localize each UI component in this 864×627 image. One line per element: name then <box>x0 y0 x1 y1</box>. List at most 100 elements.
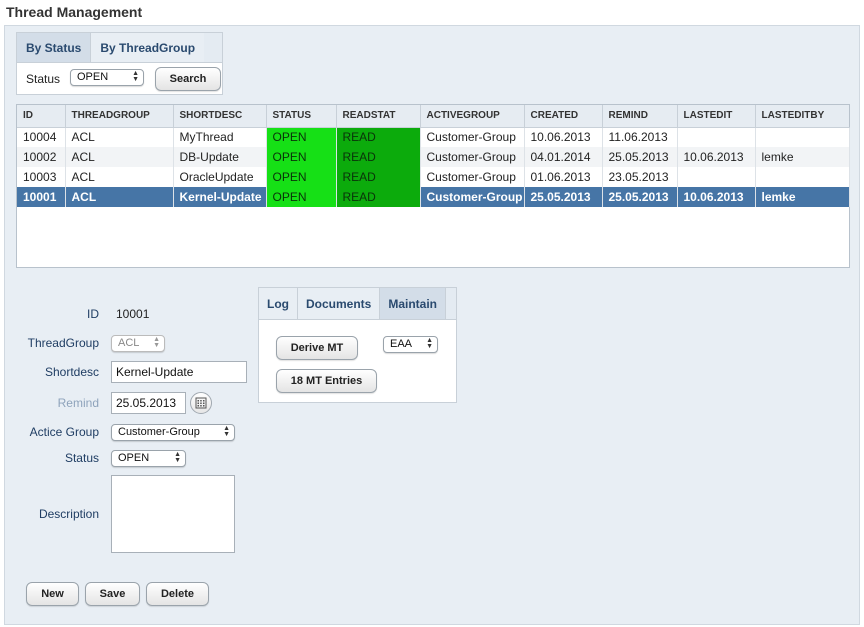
table-row[interactable]: 10004 ACL MyThread OPEN READ Customer-Gr… <box>17 127 850 147</box>
description-textarea[interactable] <box>111 475 235 553</box>
tab-maintain[interactable]: Maintain <box>380 288 447 319</box>
cell-lasteditby <box>755 167 850 187</box>
cell-threadgroup: ACL <box>65 127 174 147</box>
tab-by-threadgroup[interactable]: By ThreadGroup <box>91 33 205 62</box>
cell-created: 04.01.2014 <box>524 147 603 167</box>
derive-mt-button[interactable]: Derive MT <box>276 336 358 360</box>
calendar-button[interactable] <box>190 392 212 414</box>
mt-entries-button[interactable]: 18 MT Entries <box>276 369 377 393</box>
cell-id: 10004 <box>17 127 66 147</box>
cell-readstat: READ <box>336 187 421 207</box>
search-panel: By Status By ThreadGroup Status OPEN ▲ ▼ … <box>16 32 223 95</box>
cell-activegroup: Customer-Group <box>420 147 525 167</box>
threads-grid: ID THREADGROUP SHORTDESC STATUS READSTAT… <box>17 105 850 207</box>
status-label: Status <box>64 451 99 465</box>
cell-status: OPEN <box>266 147 337 167</box>
col-header-shortdesc[interactable]: SHORTDESC <box>173 105 267 128</box>
cell-remind: 11.06.2013 <box>602 127 678 147</box>
tab-documents[interactable]: Documents <box>298 288 381 319</box>
cell-lastedit: 10.06.2013 <box>677 147 756 167</box>
detail-tabbar: Log Documents Maintain <box>259 288 456 320</box>
col-header-threadgroup[interactable]: THREADGROUP <box>65 105 174 128</box>
status-select-value: OPEN <box>118 452 150 464</box>
cell-created: 25.05.2013 <box>524 187 603 207</box>
activegroup-select-value: Customer-Group <box>118 426 200 438</box>
description-label: Description <box>38 507 99 521</box>
col-header-id[interactable]: ID <box>17 105 66 128</box>
activegroup-label: Actice Group <box>29 425 99 439</box>
id-value: 10001 <box>116 307 150 321</box>
col-header-lastedit[interactable]: LASTEDIT <box>677 105 756 128</box>
table-header-row: ID THREADGROUP SHORTDESC STATUS READSTAT… <box>17 105 849 128</box>
cell-readstat: READ <box>336 127 421 147</box>
search-row: Status OPEN ▲ ▼ Search <box>17 63 222 95</box>
cell-activegroup: Customer-Group <box>420 127 525 147</box>
cell-id: 10002 <box>17 147 66 167</box>
cell-status: OPEN <box>266 167 337 187</box>
select-arrows-icon: ▲ ▼ <box>174 451 181 464</box>
detail-panel: Log Documents Maintain Derive MT EAA ▲ ▼ … <box>258 287 457 403</box>
calendar-icon <box>195 397 207 409</box>
remind-date-input[interactable]: 25.05.2013 <box>111 392 186 414</box>
activegroup-select[interactable]: Customer-Group ▲ ▼ <box>111 424 235 441</box>
cell-remind: 23.05.2013 <box>602 167 678 187</box>
shortdesc-input[interactable]: Kernel-Update <box>111 361 247 383</box>
id-label: ID <box>87 307 99 321</box>
select-arrows-icon: ▲ ▼ <box>223 425 230 438</box>
threadgroup-select: ACL ▲ ▼ <box>111 335 165 352</box>
tab-by-status[interactable]: By Status <box>17 33 92 62</box>
mt-type-select[interactable]: EAA ▲ ▼ <box>383 336 438 353</box>
cell-lasteditby: lemke <box>755 147 850 167</box>
table-row[interactable]: 10002 ACL DB-Update OPEN READ Customer-G… <box>17 147 850 167</box>
delete-button[interactable]: Delete <box>146 582 209 606</box>
col-header-lasteditby[interactable]: LASTEDITBY <box>755 105 849 128</box>
cell-shortdesc: OracleUpdate <box>173 167 267 187</box>
cell-lastedit: 10.06.2013 <box>677 187 756 207</box>
cell-lasteditby <box>755 127 850 147</box>
cell-shortdesc: MyThread <box>173 127 267 147</box>
cell-threadgroup: ACL <box>65 167 174 187</box>
threadgroup-label: ThreadGroup <box>27 336 99 350</box>
cell-shortdesc: Kernel-Update <box>173 187 267 207</box>
cell-activegroup: Customer-Group <box>420 167 525 187</box>
cell-remind: 25.05.2013 <box>602 147 678 167</box>
threadgroup-select-value: ACL <box>118 337 140 349</box>
cell-created: 01.06.2013 <box>524 167 603 187</box>
select-arrows-icon: ▲ ▼ <box>426 337 433 350</box>
tab-log[interactable]: Log <box>259 288 298 319</box>
table-row-selected[interactable]: 10001 ACL Kernel-Update OPEN READ Custom… <box>17 187 850 207</box>
search-button[interactable]: Search <box>155 67 221 91</box>
remind-label: Remind <box>57 396 99 410</box>
cell-lastedit <box>677 167 756 187</box>
cell-shortdesc: DB-Update <box>173 147 267 167</box>
mt-type-select-value: EAA <box>390 338 413 350</box>
save-button[interactable]: Save <box>85 582 140 606</box>
search-tabbar: By Status By ThreadGroup <box>17 33 222 63</box>
cell-id: 10003 <box>17 167 66 187</box>
cell-activegroup: Customer-Group <box>420 187 525 207</box>
cell-status: OPEN <box>266 187 337 207</box>
select-arrows-icon: ▲ ▼ <box>153 336 160 349</box>
cell-lasteditby: lemke <box>755 187 850 207</box>
cell-lastedit <box>677 127 756 147</box>
new-button[interactable]: New <box>26 582 79 606</box>
col-header-remind[interactable]: REMIND <box>602 105 678 128</box>
status-label: Status <box>26 72 61 86</box>
select-arrows-icon: ▲ ▼ <box>132 70 139 83</box>
cell-readstat: READ <box>336 147 421 167</box>
col-header-created[interactable]: CREATED <box>524 105 603 128</box>
status-select[interactable]: OPEN ▲ ▼ <box>70 69 144 86</box>
status-select[interactable]: OPEN ▲ ▼ <box>111 450 186 467</box>
col-header-readstat[interactable]: READSTAT <box>336 105 421 128</box>
col-header-activegroup[interactable]: ACTIVEGROUP <box>420 105 525 128</box>
col-header-status[interactable]: STATUS <box>266 105 337 128</box>
cell-created: 10.06.2013 <box>524 127 603 147</box>
cell-remind: 25.05.2013 <box>602 187 678 207</box>
threads-table: ID THREADGROUP SHORTDESC STATUS READSTAT… <box>16 104 850 268</box>
shortdesc-label: Shortdesc <box>44 365 99 379</box>
cell-readstat: READ <box>336 167 421 187</box>
status-select-value: OPEN <box>77 71 109 83</box>
table-row[interactable]: 10003 ACL OracleUpdate OPEN READ Custome… <box>17 167 850 187</box>
cell-id: 10001 <box>17 187 66 207</box>
cell-threadgroup: ACL <box>65 187 174 207</box>
